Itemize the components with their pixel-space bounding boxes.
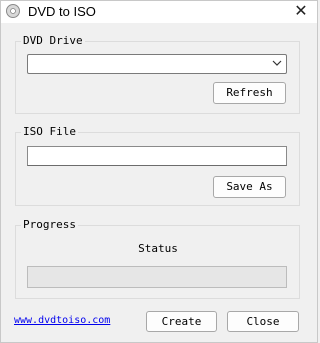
disc-icon [6,4,20,18]
progress-label: Progress [21,218,78,231]
chevron-down-icon [272,60,282,66]
close-icon[interactable]: ✕ [293,3,309,19]
save-as-button[interactable]: Save As [213,176,286,198]
iso-file-path-input[interactable] [27,146,287,166]
dvd-drive-label: DVD Drive [21,34,85,47]
main-window: DVD to ISO ✕ DVD Drive Refresh ISO File … [0,0,318,343]
window-title: DVD to ISO [28,4,96,19]
title-bar: DVD to ISO ✕ [1,1,317,23]
dvd-drive-select[interactable] [27,54,287,74]
iso-file-label: ISO File [21,125,78,138]
progress-bar [27,266,287,288]
status-text: Status [138,242,178,255]
refresh-button[interactable]: Refresh [213,82,286,104]
website-link[interactable]: www.dvdtoiso.com [14,315,110,326]
close-button[interactable]: Close [227,311,299,332]
create-button[interactable]: Create [146,311,217,332]
